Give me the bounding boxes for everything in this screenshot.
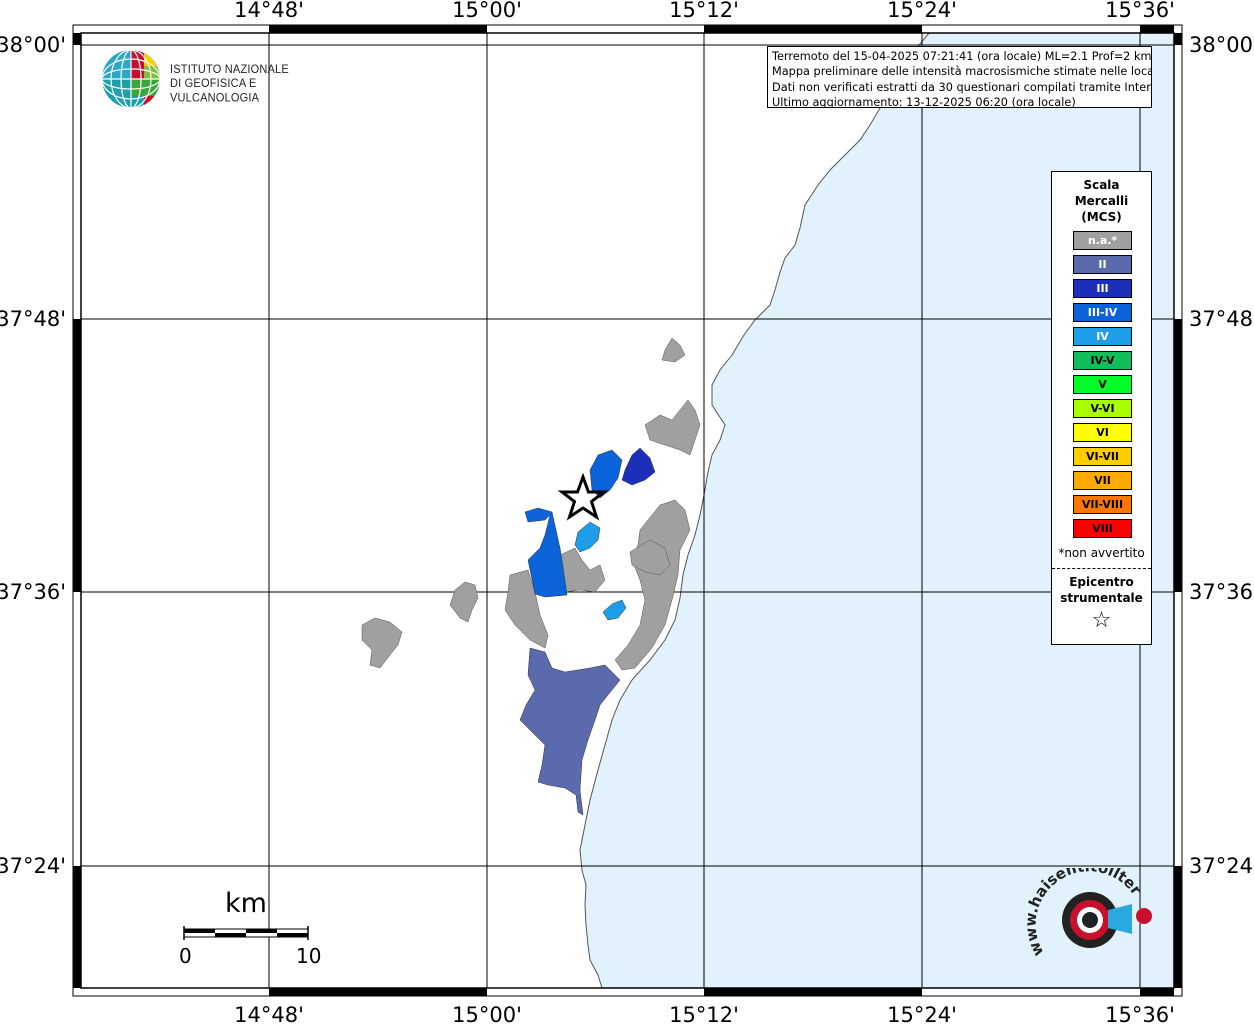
legend-title-line: (MCS) bbox=[1081, 210, 1122, 224]
top-tick-label: 15°00' bbox=[452, 0, 522, 22]
legend-swatch: III bbox=[1073, 279, 1132, 298]
left-tick-label: 37°24' bbox=[0, 854, 66, 878]
legend-swatch: n.a.* bbox=[1073, 231, 1132, 250]
mcs-legend: Scala Mercalli (MCS) n.a.* II III III-IV IV I… bbox=[1051, 171, 1152, 645]
top-tick-label: 15°36' bbox=[1105, 0, 1175, 22]
top-tick-label: 14°48' bbox=[234, 0, 304, 22]
event-info-line: Terremoto del 15-04-2025 07:21:41 (ora l… bbox=[772, 50, 1152, 63]
hst-target-icon: www.haisentitoilterremoto.it bbox=[1018, 854, 1152, 959]
bottom-tick-label: 15°36' bbox=[1105, 1003, 1175, 1024]
bottom-tick-label: 15°00' bbox=[452, 1003, 522, 1024]
legend-swatch: III-IV bbox=[1073, 303, 1132, 322]
bottom-tick-label: 14°48' bbox=[234, 1003, 304, 1024]
right-tick-labels: 38°00' 37°48' 37°36' 37°24' bbox=[1189, 33, 1254, 878]
right-tick-label: 38°00' bbox=[1189, 33, 1254, 57]
scale-end: 10 bbox=[296, 944, 322, 968]
right-tick-label: 37°24' bbox=[1189, 854, 1254, 878]
left-tick-label: 37°48' bbox=[0, 307, 66, 331]
ingv-name-line2: DI GEOFISICA E VULCANOLOGIA bbox=[170, 77, 260, 105]
legend-epicenter-line: Epicentro bbox=[1069, 575, 1134, 589]
legend-epicenter-line: strumentale bbox=[1060, 591, 1143, 605]
top-tick-label: 15°12' bbox=[669, 0, 739, 22]
legend-swatch: VI bbox=[1073, 423, 1132, 442]
legend-swatch: VIII bbox=[1073, 519, 1132, 538]
legend-star-icon: ☆ bbox=[1091, 608, 1112, 633]
bottom-tick-label: 15°24' bbox=[887, 1003, 957, 1024]
ingv-logo: ISTITUTO NAZIONALE DI GEOFISICA E VULCAN… bbox=[100, 48, 320, 110]
left-tick-labels: 38°00' 37°48' 37°36' 37°24' bbox=[0, 33, 66, 878]
top-tick-labels: 14°48' 15°00' 15°12' 15°24' 15°36' bbox=[234, 0, 1175, 22]
ingv-name: ISTITUTO NAZIONALE DI GEOFISICA E VULCAN… bbox=[170, 63, 320, 106]
left-tick-label: 38°00' bbox=[0, 33, 66, 57]
scale-start: 0 bbox=[179, 944, 192, 968]
ingv-name-line1: ISTITUTO NAZIONALE bbox=[170, 63, 289, 77]
legend-swatch: VII-VIII bbox=[1073, 495, 1132, 514]
legend-divider bbox=[1052, 568, 1151, 569]
hst-logo: www.haisentitoilterremoto.it bbox=[1018, 854, 1156, 978]
scale-bar-graphic bbox=[183, 926, 309, 940]
legend-title-line: Mercalli bbox=[1074, 194, 1129, 208]
bottom-tick-labels: 14°48' 15°00' 15°12' 15°24' 15°36' bbox=[234, 1003, 1175, 1024]
event-info-line: Mappa preliminare delle intensità macros… bbox=[772, 65, 1152, 79]
event-info-line: Ultimo aggiornamento: 13-12-2025 06:20 (… bbox=[772, 95, 1076, 108]
legend-swatch: V bbox=[1073, 375, 1132, 394]
right-tick-label: 37°36' bbox=[1189, 580, 1254, 604]
legend-swatch: VII bbox=[1073, 471, 1132, 490]
scale-bar: km 0 10 bbox=[179, 888, 322, 978]
legend-epicenter-label: Epicentro strumentale bbox=[1052, 574, 1151, 606]
legend-swatch: II bbox=[1073, 255, 1132, 274]
top-tick-label: 15°24' bbox=[887, 0, 957, 22]
scale-unit: km bbox=[225, 888, 267, 919]
right-tick-label: 37°48' bbox=[1189, 307, 1254, 331]
event-info-box: Terremoto del 15-04-2025 07:21:41 (ora l… bbox=[767, 46, 1152, 108]
left-tick-label: 37°36' bbox=[0, 580, 66, 604]
legend-swatch: VI-VII bbox=[1073, 447, 1132, 466]
legend-note: *non avvertito bbox=[1058, 546, 1145, 560]
legend-swatch: V-VI bbox=[1073, 399, 1132, 418]
legend-swatch: IV bbox=[1073, 327, 1132, 346]
bottom-tick-label: 15°12' bbox=[669, 1003, 739, 1024]
legend-swatch: IV-V bbox=[1073, 351, 1132, 370]
event-info-line: Dati non verificati estratti da 30 quest… bbox=[772, 80, 1152, 94]
legend-title: Scala Mercalli (MCS) bbox=[1052, 177, 1151, 225]
legend-title-line: Scala bbox=[1083, 178, 1120, 192]
ingv-globe-icon bbox=[102, 50, 160, 108]
